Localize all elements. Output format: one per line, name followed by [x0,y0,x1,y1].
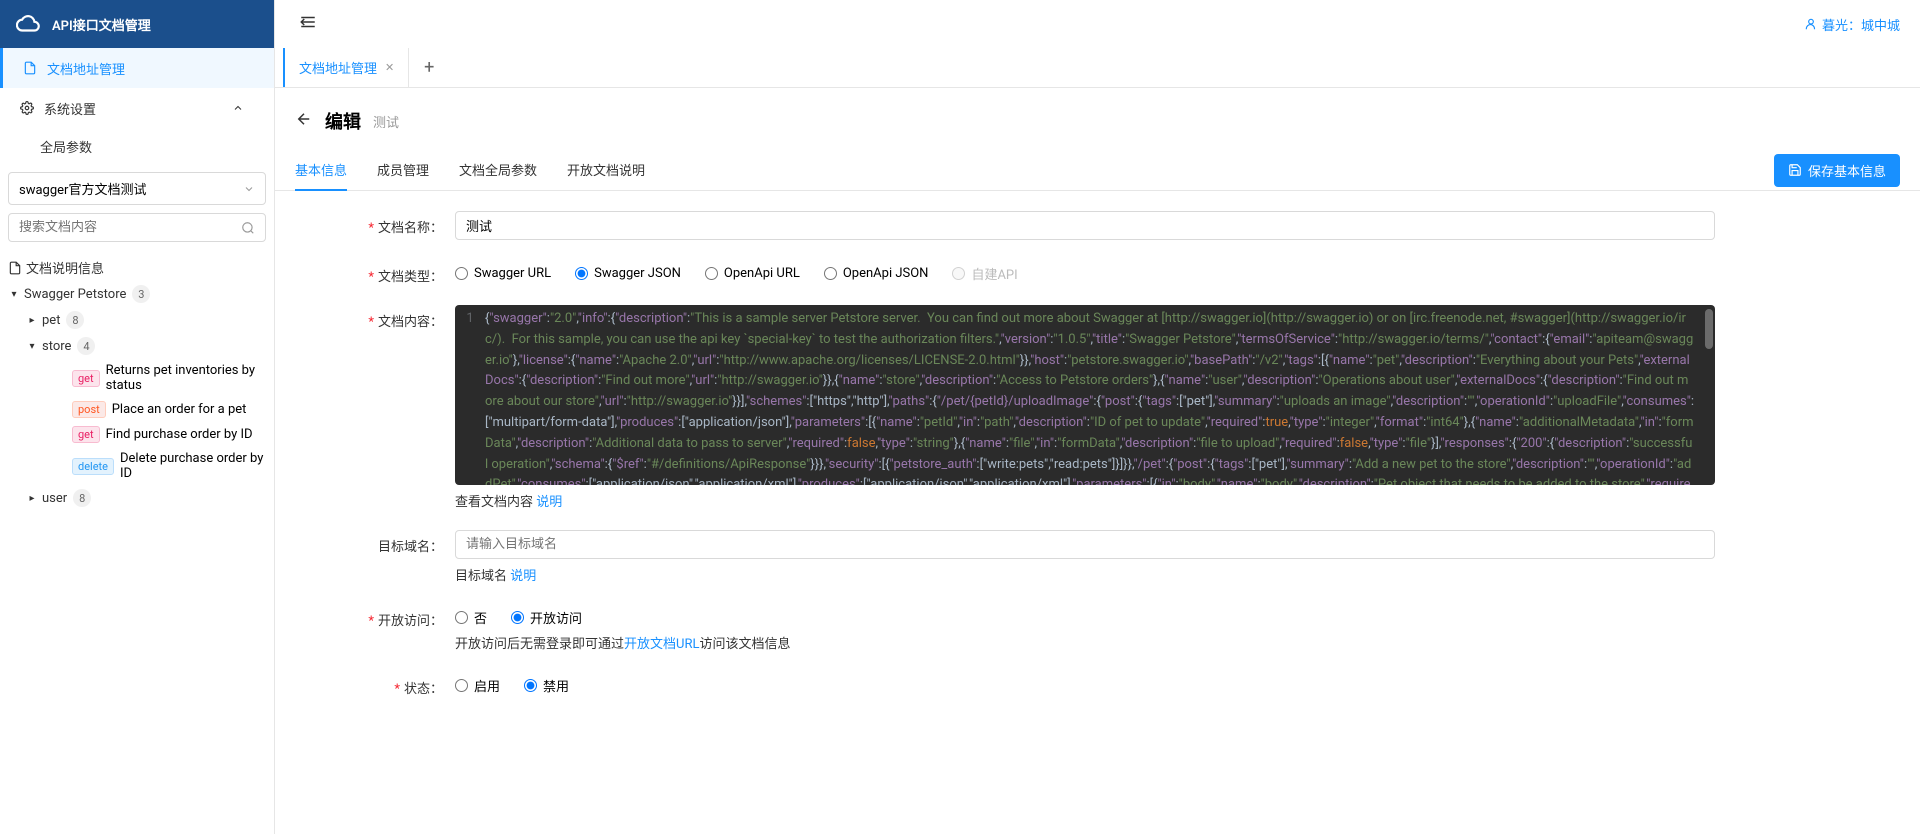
gear-icon [20,101,34,115]
access-help: 开放访问后无需登录即可通过开放文档URL访问该文档信息 [455,633,1715,652]
endpoint-item[interactable]: delete Delete purchase order by ID [44,447,266,485]
tabs-row: 文档地址管理 ✕ + [275,48,1920,88]
radio-access-no[interactable]: 否 [455,608,487,627]
radio-openapi-url[interactable]: OpenApi URL [705,266,800,281]
count-badge: 4 [77,337,95,355]
file-icon [8,261,22,275]
endpoint-item[interactable]: post Place an order for a pet [44,397,266,422]
method-badge: post [72,401,106,418]
endpoint-label: Find purchase order by ID [106,427,253,442]
radio-status-disable[interactable]: 禁用 [524,676,569,695]
tree-node-pet[interactable]: ▸ pet 8 [26,307,266,333]
domain-help-link[interactable]: 说明 [510,569,536,584]
user-icon [1804,17,1818,31]
tab-open-doc[interactable]: 开放文档说明 [567,150,645,190]
count-badge: 3 [132,285,150,303]
tab-doc-address-mgmt[interactable]: 文档地址管理 ✕ [283,48,409,87]
cloud-icon [16,11,42,37]
tab-global-params[interactable]: 文档全局参数 [459,150,537,190]
radio-swagger-json[interactable]: Swagger JSON [575,266,681,281]
page-title: 编辑 [325,108,361,134]
label-target-domain: 目标域名： [335,530,455,555]
arrow-left-icon [295,110,313,128]
line-number: 1 [455,309,485,485]
topbar: 暮光： 城中城 [275,0,1920,48]
tree-node-store[interactable]: ▾ store 4 [26,333,266,359]
radio-openapi-json[interactable]: OpenApi JSON [824,266,929,281]
doc-selector[interactable]: swagger官方文档测试 [8,172,266,205]
tab-basic-info[interactable]: 基本信息 [295,150,347,191]
domain-help: 目标域名 说明 [455,565,1715,584]
search-icon [241,221,255,235]
endpoint-label: Delete purchase order by ID [120,451,266,481]
main-area: 暮光： 城中城 文档地址管理 ✕ + 编辑 测试 基本信息 成 [275,0,1920,834]
tree-root[interactable]: ▾ Swagger Petstore 3 [8,281,266,307]
nav-global-params[interactable]: 全局参数 [20,128,274,164]
close-icon[interactable]: ✕ [385,61,394,74]
endpoint-item[interactable]: get Find purchase order by ID [44,422,266,447]
content-help: 查看文档内容 说明 [455,491,1715,510]
endpoint-item[interactable]: get Returns pet inventories by status [44,359,266,397]
radio-access-open[interactable]: 开放访问 [511,608,582,627]
user-menu[interactable]: 暮光： 城中城 [1804,15,1900,34]
endpoint-label: Place an order for a pet [112,402,247,417]
chevron-up-icon [232,102,244,114]
method-badge: delete [72,458,114,475]
app-title: API接口文档管理 [52,15,151,34]
chevron-down-icon [243,183,255,195]
back-button[interactable] [295,110,313,132]
target-domain-input[interactable] [455,530,1715,559]
label-doc-content: *文档内容： [335,305,455,330]
tree-doc-info[interactable]: 文档说明信息 [8,254,266,281]
count-badge: 8 [66,311,84,329]
label-status: *状态： [335,672,455,697]
page-subtitle: 测试 [373,112,399,131]
nav-system-settings[interactable]: 系统设置 [0,88,274,128]
code-body[interactable]: {"swagger":"2.0","info":{"description":"… [485,309,1715,485]
collapse-sidebar-button[interactable] [295,9,321,39]
content-help-link[interactable]: 说明 [536,495,562,510]
method-badge: get [72,370,100,387]
save-icon [1788,163,1802,177]
menu-collapse-icon [299,13,317,31]
search-input-wrapper [8,213,266,242]
access-help-link[interactable]: 开放文档URL [624,637,699,652]
radio-status-enable[interactable]: 启用 [455,676,500,695]
caret-down-icon: ▾ [8,289,20,300]
doc-name-input[interactable] [455,211,1715,240]
caret-down-icon: ▾ [26,341,38,352]
app-title-bar: API接口文档管理 [0,0,274,48]
radio-swagger-url[interactable]: Swagger URL [455,266,551,281]
code-editor[interactable]: 1 {"swagger":"2.0","info":{"description"… [455,305,1715,485]
caret-right-icon: ▸ [26,493,38,504]
sidebar: API接口文档管理 文档地址管理 系统设置 全局参数 swagger官方文档测试 [0,0,275,834]
endpoint-label: Returns pet inventories by status [106,363,266,393]
label-doc-name: *文档名称： [335,211,455,236]
save-button[interactable]: 保存基本信息 [1774,154,1900,187]
document-icon [23,61,37,75]
count-badge: 8 [73,489,91,507]
tree-node-user[interactable]: ▸ user 8 [26,485,266,511]
label-open-access: *开放访问： [335,604,455,629]
label-doc-type: *文档类型： [335,260,455,285]
radio-custom-api: 自建API [952,264,1017,283]
tab-members[interactable]: 成员管理 [377,150,429,190]
add-tab-button[interactable]: + [409,48,449,87]
scrollbar[interactable] [1705,309,1713,349]
caret-right-icon: ▸ [26,315,38,326]
nav-doc-address-mgmt[interactable]: 文档地址管理 [0,48,274,88]
method-badge: get [72,426,100,443]
search-input[interactable] [19,220,241,235]
